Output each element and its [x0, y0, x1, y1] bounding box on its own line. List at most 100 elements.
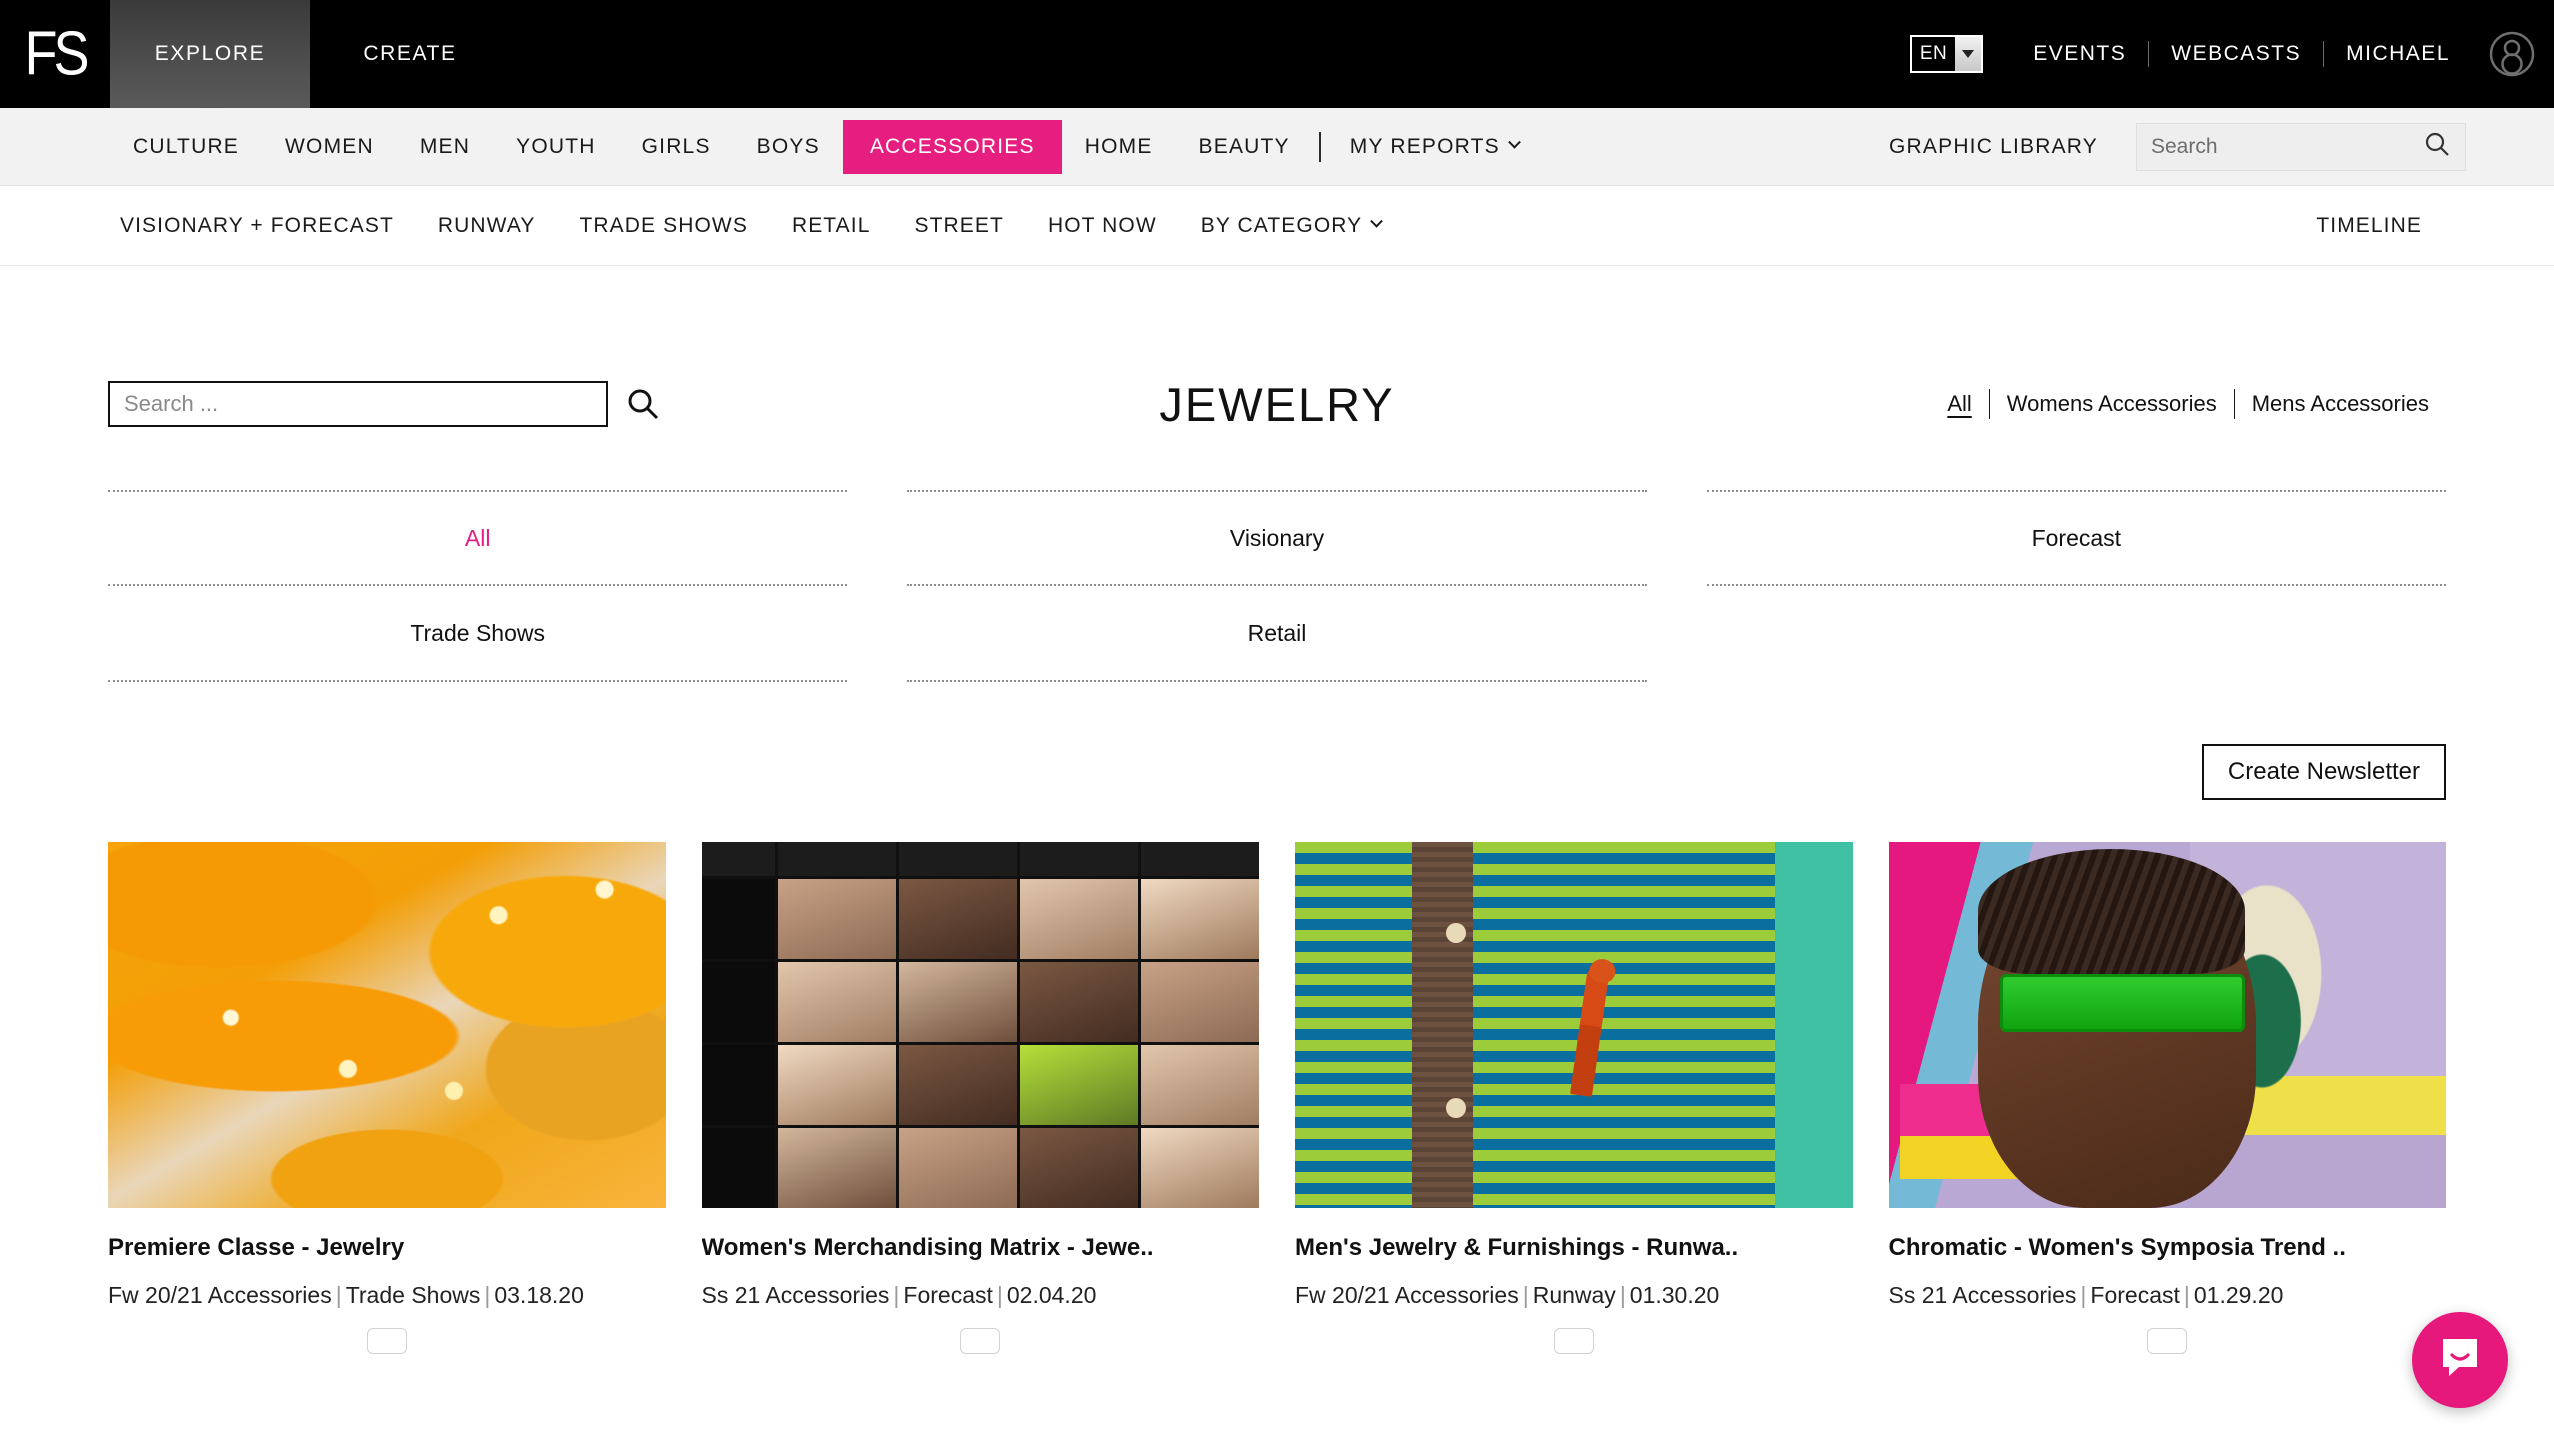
newsletter-row: Create Newsletter [108, 744, 2446, 800]
card-season: Ss 21 Accessories [1888, 1281, 2077, 1308]
nav-item-label: CULTURE [133, 134, 240, 158]
search-icon[interactable] [624, 385, 662, 423]
primary-nav-create[interactable]: CREATE [310, 0, 510, 108]
card-meta: Ss 21 Accessories | Forecast | 01.29.20 [1889, 1279, 2447, 1312]
chevron-down-icon [1955, 37, 1982, 71]
nav-item-girls[interactable]: GIRLS [619, 108, 734, 186]
language-value: EN [1919, 43, 1948, 64]
category-filter-retail[interactable]: Retail [907, 586, 1647, 682]
nav-item-youth[interactable]: YOUTH [493, 108, 619, 186]
brand-logo-text: FS [24, 19, 89, 89]
nav-item-timeline[interactable]: TIMELINE [2294, 214, 2444, 238]
card-date: 03.18.20 [494, 1281, 584, 1308]
gender-filter-mens-accessories[interactable]: Mens Accessories [2235, 391, 2446, 417]
main-content: JEWELRY All Womens Accessories Mens Acce… [0, 374, 2554, 1355]
card-action-button[interactable] [1553, 1328, 1594, 1355]
gender-filter-group: All Womens Accessories Mens Accessories [1930, 389, 2446, 419]
card-date: 02.04.20 [1006, 1281, 1097, 1308]
top-bar: FS EXPLORE CREATE EN EVENTS WEBCASTS MIC… [0, 0, 2554, 123]
header-search-input[interactable] [2151, 134, 2423, 159]
card-meta: Fw 20/21 Accessories | Trade Shows | 03.18.2… [108, 1279, 666, 1312]
card-action-button[interactable] [960, 1328, 1001, 1355]
nav-item-label: GIRLS [641, 134, 711, 158]
card-category: Trade Shows [345, 1281, 481, 1308]
divider: | [335, 1281, 342, 1308]
card-item[interactable]: Chromatic - Women's Symposia Trend .. Ss… [1888, 842, 2447, 1355]
secondary-nav-items: CULTURE WOMEN MEN YOUTH GIRLS BOYS ACCES… [0, 108, 1542, 186]
top-bar-right: EN EVENTS WEBCASTS MICHAEL [1909, 28, 2554, 80]
gender-filter-womens-accessories[interactable]: Womens Accessories [1990, 391, 2234, 417]
category-filter-all[interactable]: All [108, 490, 848, 586]
create-newsletter-button[interactable]: Create Newsletter [2201, 744, 2446, 800]
user-avatar-icon[interactable] [2486, 28, 2538, 80]
topbar-link-webcasts[interactable]: WEBCASTS [2149, 42, 2323, 66]
divider: | [996, 1281, 1003, 1308]
primary-nav: EXPLORE CREATE [110, 0, 510, 123]
divider: | [2183, 1281, 2190, 1308]
nav-item-street[interactable]: STREET [893, 214, 1026, 238]
card-title: Women's Merchandising Matrix - Jewe.. [701, 1234, 1154, 1261]
category-filter-spacer [1707, 586, 2446, 682]
gender-filter-all[interactable]: All [1930, 391, 1988, 417]
content-search-input[interactable] [124, 391, 592, 417]
green-sunglasses-portrait-image [1888, 842, 2446, 1208]
chevron-down-icon [1508, 135, 1521, 149]
nav-item-label: HOT NOW [1047, 213, 1157, 237]
chat-bubble-icon [2437, 1335, 2483, 1386]
nav-item-trade-shows[interactable]: TRADE SHOWS [557, 214, 769, 238]
category-filter-trade-shows[interactable]: Trade Shows [108, 586, 848, 682]
chevron-down-icon [1370, 214, 1384, 228]
nav-item-label: HOME [1084, 134, 1153, 158]
graphic-library-link[interactable]: GRAPHIC LIBRARY [1889, 135, 2098, 159]
language-selector[interactable]: EN [1909, 35, 1984, 73]
card-season: Fw 20/21 Accessories [1295, 1281, 1519, 1308]
nav-item-retail[interactable]: RETAIL [770, 214, 893, 238]
brand-logo[interactable]: FS [0, 0, 110, 108]
nav-item-hot-now[interactable]: HOT NOW [1026, 214, 1179, 238]
card-item[interactable]: Premiere Classe - Jewelry Fw 20/21 Acces… [108, 842, 666, 1355]
nav-item-runway[interactable]: RUNWAY [416, 214, 558, 238]
card-item[interactable]: Men's Jewelry & Furnishings - Runwa.. Fw… [1295, 842, 1853, 1355]
nav-item-by-category[interactable]: BY CATEGORY [1179, 214, 1403, 238]
primary-nav-create-label: CREATE [363, 42, 457, 65]
card-date: 01.29.20 [2193, 1281, 2284, 1308]
primary-nav-explore-label: EXPLORE [154, 42, 266, 65]
secondary-nav: CULTURE WOMEN MEN YOUTH GIRLS BOYS ACCES… [0, 108, 2554, 186]
card-action-button[interactable] [366, 1328, 407, 1355]
primary-nav-explore[interactable]: EXPLORE [110, 0, 310, 123]
topbar-link-events[interactable]: EVENTS [2011, 42, 2148, 66]
nav-item-men[interactable]: MEN [397, 108, 493, 186]
card-category: Forecast [903, 1281, 993, 1308]
merchandising-matrix-image [701, 842, 1259, 1208]
nav-item-boys[interactable]: BOYS [734, 108, 843, 186]
card-thumbnail[interactable] [1888, 842, 2446, 1208]
nav-item-label: BY CATEGORY [1200, 213, 1363, 237]
nav-item-women[interactable]: WOMEN [262, 108, 397, 186]
card-item[interactable]: Women's Merchandising Matrix - Jewe.. Ss… [701, 842, 1259, 1355]
card-season: Ss 21 Accessories [701, 1281, 890, 1308]
nav-item-label: ACCESSORIES [869, 134, 1035, 158]
category-filter-forecast[interactable]: Forecast [1706, 490, 2446, 586]
nav-item-beauty[interactable]: BEAUTY [1176, 108, 1313, 186]
nav-item-home[interactable]: HOME [1062, 108, 1176, 186]
card-thumbnail[interactable] [1295, 842, 1853, 1208]
chat-launcher-button[interactable] [2412, 1312, 2508, 1408]
card-thumbnail[interactable] [108, 842, 666, 1208]
nav-item-label: RUNWAY [437, 213, 536, 237]
topbar-user-name[interactable]: MICHAEL [2324, 42, 2472, 66]
card-action-button[interactable] [2147, 1328, 2188, 1355]
card-date: 01.30.20 [1629, 1281, 1720, 1308]
nav-item-label: STREET [914, 213, 1004, 237]
content-search-box[interactable] [108, 381, 608, 427]
search-icon[interactable] [2423, 130, 2451, 163]
secondary-nav-right: GRAPHIC LIBRARY [1889, 122, 2554, 171]
nav-item-culture[interactable]: CULTURE [110, 108, 262, 186]
nav-item-label: YOUTH [516, 134, 596, 158]
nav-item-accessories[interactable]: ACCESSORIES [842, 119, 1062, 174]
card-thumbnail[interactable] [701, 842, 1259, 1208]
nav-item-visionary-forecast[interactable]: VISIONARY + FORECAST [110, 214, 416, 238]
nav-item-my-reports[interactable]: MY REPORTS [1327, 108, 1542, 186]
toolbar-row: JEWELRY All Womens Accessories Mens Acce… [108, 374, 2446, 434]
category-filter-visionary[interactable]: Visionary [907, 490, 1647, 586]
header-search[interactable] [2136, 122, 2466, 171]
